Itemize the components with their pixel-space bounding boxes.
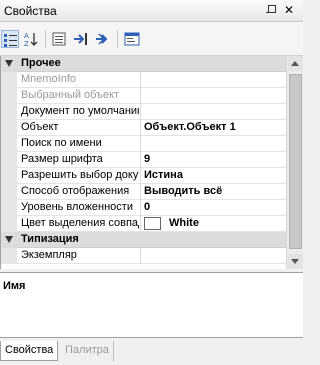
property-row[interactable]: Разрешить выбор документаИстина: [1, 168, 286, 184]
color-swatch: [144, 217, 161, 230]
go-to-next-icon[interactable]: [94, 30, 112, 48]
sort-alphabetical-icon[interactable]: A Z: [22, 30, 40, 48]
property-row[interactable]: Уровень вложенности 0: [1, 200, 286, 216]
bottom-tabs: Свойства Палитра: [0, 338, 303, 365]
property-row[interactable]: Документ по умолчанию: [1, 104, 286, 120]
scroll-thumb[interactable]: [289, 74, 302, 249]
description-pane: Имя: [0, 272, 303, 338]
pin-icon[interactable]: [265, 4, 277, 16]
category-other[interactable]: Прочее: [1, 56, 286, 72]
form-view-icon[interactable]: [123, 30, 141, 48]
svg-text:Z: Z: [24, 40, 29, 47]
vertical-scrollbar[interactable]: [286, 56, 303, 269]
tab-palette[interactable]: Палитра: [61, 341, 114, 361]
property-row[interactable]: Выбранный объект: [1, 88, 286, 104]
property-row[interactable]: Поиск по имени: [1, 136, 286, 152]
category-typing[interactable]: Типизация: [1, 232, 286, 248]
description-title: Имя: [3, 280, 26, 292]
close-icon[interactable]: ✕: [283, 4, 295, 16]
property-row-font-size[interactable]: Размер шрифта 9: [1, 152, 286, 168]
property-row-object[interactable]: Объект Объект.Объект 1: [1, 120, 286, 136]
property-pages-icon[interactable]: [50, 30, 68, 48]
property-row[interactable]: Экземпляр: [1, 248, 286, 264]
collapse-triangle-icon[interactable]: [5, 60, 13, 67]
categorized-view-icon[interactable]: [1, 30, 19, 48]
tab-properties[interactable]: Свойства: [0, 341, 59, 361]
property-grid: Прочее MnemoInfo Выбранный объект Докуме…: [0, 56, 286, 269]
properties-toolbar: A Z: [0, 22, 303, 56]
panel-titlebar: Свойства ✕: [0, 0, 303, 22]
property-row[interactable]: MnemoInfo: [1, 72, 286, 88]
go-to-selected-icon[interactable]: [72, 30, 90, 48]
scroll-up-icon[interactable]: [288, 56, 303, 71]
svg-text:A: A: [24, 32, 29, 40]
property-row[interactable]: Способ отображения Выводить всё: [1, 184, 286, 200]
scroll-down-icon[interactable]: [288, 254, 303, 269]
property-row-highlight-color[interactable]: Цвет выделения совпадений White: [1, 216, 286, 232]
collapse-triangle-icon[interactable]: [5, 236, 13, 243]
panel-title: Свойства: [4, 4, 57, 18]
